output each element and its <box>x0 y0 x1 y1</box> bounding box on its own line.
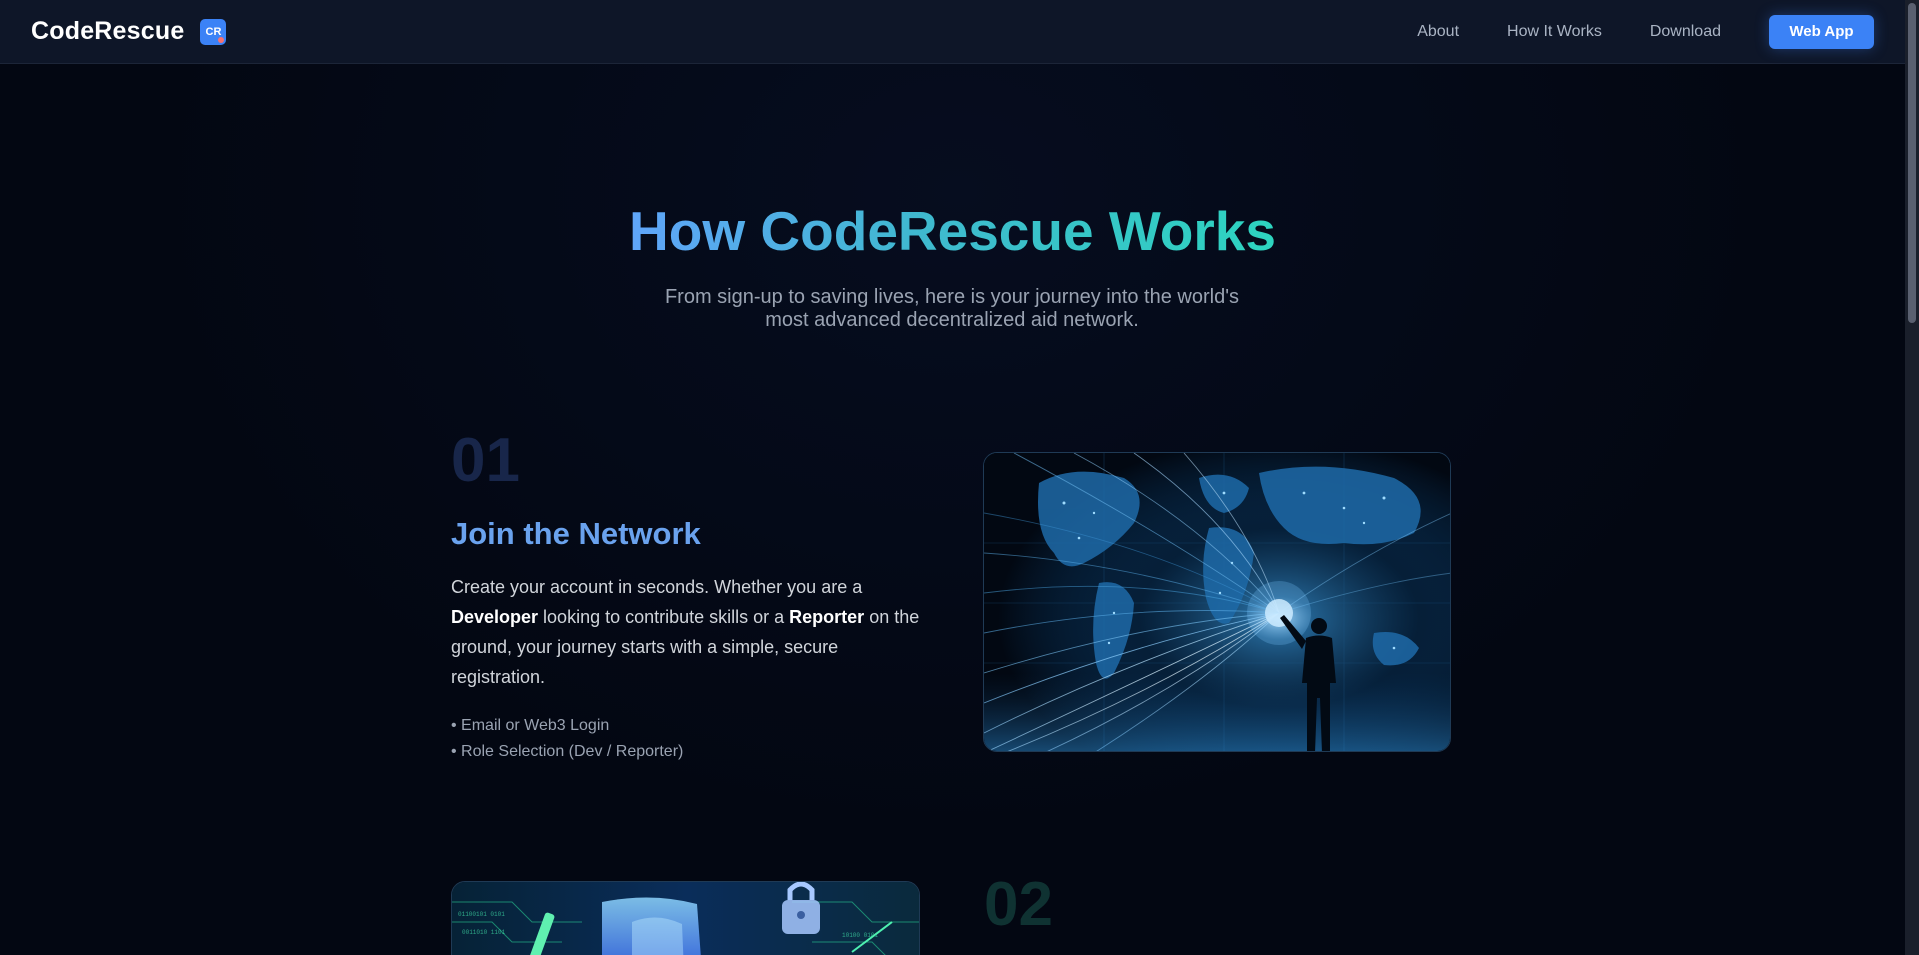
step-desc-text: Create your account in seconds. Whether … <box>451 577 863 597</box>
brand-logo-text: CR <box>205 25 222 38</box>
step-bullets: • Email or Web3 Login • Role Selection (… <box>451 713 683 765</box>
page-subtitle: From sign-up to saving lives, here is yo… <box>664 286 1240 331</box>
web-app-button[interactable]: Web App <box>1769 14 1874 49</box>
nav-link-about[interactable]: About <box>1417 23 1459 41</box>
logo-dot-icon <box>218 36 225 43</box>
page: CodeRescue CR About How It Works Downloa… <box>0 0 1919 955</box>
security-code-image: 01100101 0101 0011010 1101 10100 0101 <box>451 881 920 955</box>
brand[interactable]: CodeRescue CR <box>31 17 227 46</box>
nav-links: About How It Works Download Web App <box>1417 14 1874 49</box>
brand-name[interactable]: CodeRescue <box>31 17 184 46</box>
step-title: Join the Network <box>451 516 701 551</box>
brand-logo-icon[interactable]: CR <box>200 18 227 45</box>
svg-text:01100101 0101: 01100101 0101 <box>458 911 505 918</box>
step-number: 01 <box>451 426 520 495</box>
nav-link-download[interactable]: Download <box>1650 23 1721 41</box>
nav-link-how-it-works[interactable]: How It Works <box>1507 23 1602 41</box>
page-scrollbar[interactable] <box>1905 0 1919 955</box>
step-desc-text: looking to contribute skills or a <box>538 607 790 627</box>
network-world-map-image <box>983 452 1451 752</box>
bullet-item: • Role Selection (Dev / Reporter) <box>451 743 684 760</box>
step-description: Create your account in seconds. Whether … <box>451 572 921 692</box>
step-desc-reporter: Reporter <box>789 607 865 627</box>
step-desc-developer: Developer <box>451 607 539 627</box>
step-number: 02 <box>984 870 1053 939</box>
page-title-text: How CodeRescue Works <box>629 200 1276 262</box>
svg-text:0011010 1101: 0011010 1101 <box>462 929 506 936</box>
bullet-item: • Email or Web3 Login <box>451 717 610 734</box>
top-navbar: CodeRescue CR About How It Works Downloa… <box>0 0 1905 64</box>
scrollbar-thumb[interactable] <box>1908 3 1916 323</box>
page-title: How CodeRescue Works <box>0 196 1905 266</box>
